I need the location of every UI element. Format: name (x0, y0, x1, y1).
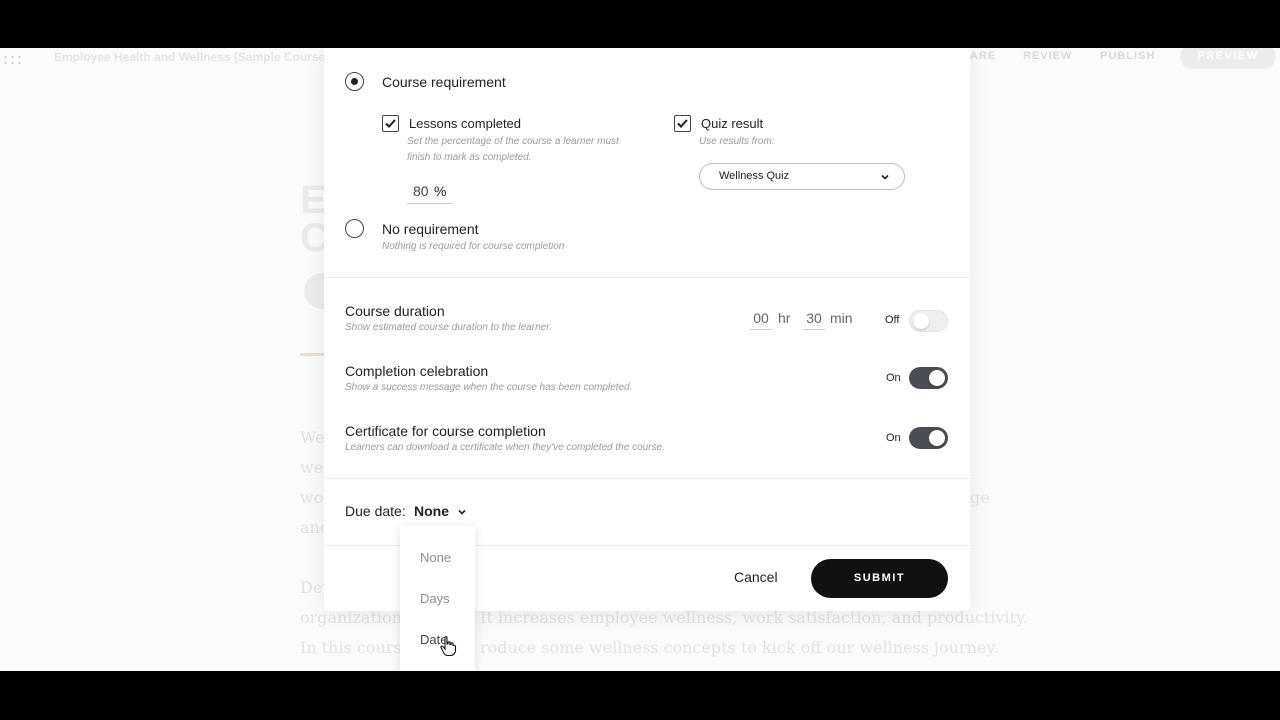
quiz-result-hint: Use results from: (699, 136, 775, 147)
percent-unit: % (434, 183, 447, 199)
completion-percent-field[interactable]: 80 % (407, 178, 453, 204)
lessons-completed-label: Lessons completed (409, 116, 522, 131)
course-duration-label: Course duration (345, 303, 445, 319)
no-requirement-label: No requirement (382, 221, 479, 237)
lessons-completed-hint: finish to mark as completed. (407, 152, 532, 163)
quiz-result-label: Quiz result (701, 116, 764, 131)
divider (324, 478, 970, 479)
checkmark-icon (385, 119, 396, 128)
quiz-result-checkbox[interactable] (674, 115, 691, 132)
quiz-select-value: Wellness Quiz (719, 170, 790, 182)
completion-celebration-hint: Show a success message when the course h… (345, 382, 633, 393)
paragraph-line: roduce some wellness concepts to kick of… (480, 638, 999, 657)
toggle-knob (929, 370, 945, 386)
accent-bar (300, 353, 324, 356)
course-duration-toggle[interactable] (909, 310, 948, 332)
chevron-down-icon[interactable] (456, 506, 468, 518)
radio-selected-dot (350, 77, 358, 85)
due-date-option-days[interactable]: Days (420, 591, 450, 606)
course-duration-hint: Show estimated course duration to the le… (345, 322, 552, 333)
due-date-dropdown: None Days Date (400, 526, 475, 671)
certificate-toggle[interactable] (909, 427, 948, 449)
certificate-toggle-state: On (886, 432, 901, 444)
due-date-select[interactable]: None (414, 503, 449, 519)
completion-percent-value[interactable]: 80 (413, 183, 429, 199)
paragraph-line: wo (300, 488, 324, 507)
cancel-button[interactable]: Cancel (734, 569, 778, 585)
duration-minutes-input[interactable]: 30 (803, 310, 825, 330)
certificate-hint: Learners can download a certificate when… (345, 442, 665, 453)
submit-button[interactable]: SUBMIT (811, 559, 948, 598)
course-requirement-label: Course requirement (382, 74, 506, 90)
course-requirement-radio[interactable] (345, 72, 364, 91)
toggle-knob (913, 313, 929, 329)
nav-review[interactable]: REVIEW (1023, 50, 1072, 62)
lessons-completed-checkbox[interactable] (382, 115, 399, 132)
celebration-toggle-state: On (886, 372, 901, 384)
duration-hours-input[interactable]: 00 (750, 310, 772, 330)
app-grid-icon[interactable] (2, 54, 24, 66)
due-date-option-none[interactable]: None (420, 550, 451, 565)
hours-unit: hr (778, 310, 791, 326)
quiz-select[interactable]: Wellness Quiz (699, 163, 905, 190)
letterbox-bottom (0, 671, 1280, 720)
chevron-down-icon (881, 174, 889, 180)
checkmark-icon (677, 119, 688, 128)
due-date-label: Due date: (345, 503, 406, 519)
divider (324, 277, 970, 278)
minutes-unit: min (830, 310, 853, 326)
no-requirement-radio[interactable] (345, 219, 364, 238)
course-title: Employee Health and Wellness (Sample Cou… (54, 50, 330, 64)
hand-cursor-icon (440, 636, 457, 657)
preview-button[interactable]: PREVIEW (1180, 48, 1276, 69)
lessons-completed-hint: Set the percentage of the course a learn… (407, 136, 619, 147)
paragraph-line: We (300, 428, 325, 447)
paragraph-line: In this course (300, 638, 412, 657)
duration-toggle-state: Off (885, 314, 900, 326)
paragraph-fragment: ge (970, 488, 990, 507)
no-requirement-hint: Nothing is required for course completio… (382, 241, 565, 252)
letterbox-top (0, 0, 1280, 48)
completion-celebration-label: Completion celebration (345, 363, 489, 379)
nav-publish[interactable]: PUBLISH (1100, 50, 1155, 62)
nav-share[interactable]: ARE (970, 50, 996, 62)
toggle-knob (929, 430, 945, 446)
completion-celebration-toggle[interactable] (909, 367, 948, 389)
certificate-label: Certificate for course completion (345, 423, 546, 439)
